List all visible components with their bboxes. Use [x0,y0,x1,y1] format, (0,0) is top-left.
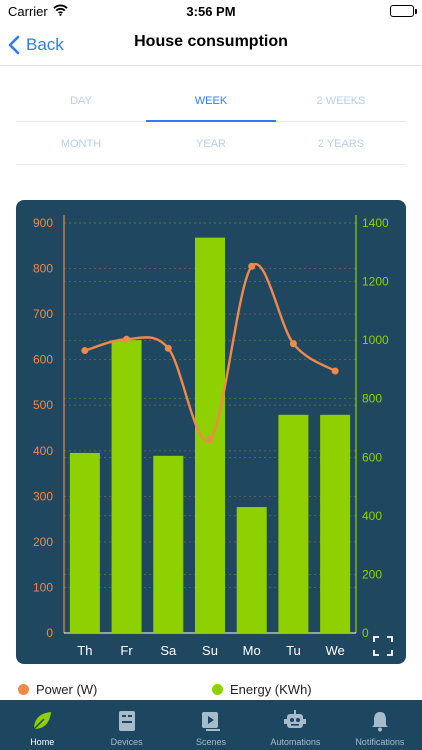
x-tick-label: Su [202,643,218,658]
x-tick-label: Fr [120,643,133,658]
y-left-tick-label: 800 [33,262,53,276]
device-icon [117,708,137,734]
y-right-tick-label: 800 [362,392,382,406]
tabbar-automations-label: Automations [270,737,321,747]
y-left-tick-label: 100 [33,580,53,594]
power-point [248,262,256,270]
period-tabs-row-1: DAY WEEK 2 WEEKS [16,80,406,122]
y-left-tick-label: 900 [33,216,53,230]
power-point [164,344,172,352]
tabbar-home-label: Home [30,737,55,747]
tabbar-devices[interactable]: Devices [84,700,168,750]
scenes-icon [200,708,222,734]
y-right-tick-label: 1000 [362,333,389,347]
navigation-bar: Back House consumption [0,24,422,66]
x-tick-label: We [326,643,345,658]
chart-svg: 0 100 200 300 400 500 600 700 800 900 0 200 400 600 80… [33,215,389,658]
fullscreen-button[interactable] [373,636,393,656]
y-left-tick-label: 300 [33,489,53,503]
chart-legend: Power (W) Energy (KWh) [0,682,422,700]
tabbar-notifications-label: Notifications [355,737,405,747]
tab-day[interactable]: DAY [16,80,146,121]
y-right-tick-label: 1200 [362,275,389,289]
legend-power-label: Power (W) [36,682,98,697]
power-point [123,335,131,343]
energy-bar [153,455,184,633]
energy-dot-icon [212,684,223,695]
period-tabs-row-2: MONTH YEAR 2 YEARS [16,123,406,165]
y-left-tick-label: 500 [33,398,53,412]
energy-bar [111,340,142,633]
tabbar-devices-label: Devices [110,737,143,747]
tabbar-scenes[interactable]: Scenes [169,700,253,750]
x-tick-label: Th [77,643,92,658]
legend-energy: Energy (KWh) [212,682,312,697]
y-left-tick-label: 400 [33,444,53,458]
y-left-tick-label: 200 [33,535,53,549]
y-right-tick-label: 0 [362,626,369,640]
tab-2-weeks[interactable]: 2 WEEKS [276,80,406,121]
energy-bar [69,452,100,633]
tab-month[interactable]: MONTH [16,123,146,164]
robot-icon [283,708,307,734]
tabbar-notifications[interactable]: Notifications [338,700,422,750]
status-bar: Carrier 3:56 PM [0,0,422,24]
y-right-tick-label: 1400 [362,216,389,230]
tabbar-automations[interactable]: Automations [253,700,337,750]
consumption-chart: 0 100 200 300 400 500 600 700 800 900 0 200 400 600 80… [16,200,406,664]
x-tick-label: Tu [286,643,301,658]
power-point [81,347,89,355]
legend-energy-label: Energy (KWh) [230,682,312,697]
y-right-tick-label: 600 [362,450,382,464]
energy-bar [236,507,267,633]
y-left-tick-label: 700 [33,307,53,321]
x-tick-label: Sa [160,643,177,658]
legend-power: Power (W) [18,682,97,697]
tab-week[interactable]: WEEK [146,80,276,122]
tab-year[interactable]: YEAR [146,123,276,164]
y-left-tick-label: 0 [46,626,53,640]
tabbar-home[interactable]: Home [0,700,84,750]
power-dot-icon [18,684,29,695]
clock-time: 3:56 PM [186,4,236,19]
y-left-tick-label: 600 [33,353,53,367]
energy-bar [320,414,351,633]
battery-icon [390,5,417,17]
power-point [289,340,297,348]
y-right-tick-label: 400 [362,509,382,523]
tabbar-scenes-label: Scenes [196,737,227,747]
page-title: House consumption [134,33,288,50]
bell-icon [370,708,390,734]
tab-2-years[interactable]: 2 YEARS [276,123,406,164]
energy-bar [278,414,309,633]
power-point [331,367,339,375]
x-tick-label: Mo [243,643,261,658]
bottom-tab-bar: Home Devices Scenes Automations Notifica… [0,700,422,750]
power-point [206,435,214,443]
expand-icon [373,636,393,656]
y-right-tick-label: 200 [362,567,382,581]
leaf-icon [31,708,53,734]
